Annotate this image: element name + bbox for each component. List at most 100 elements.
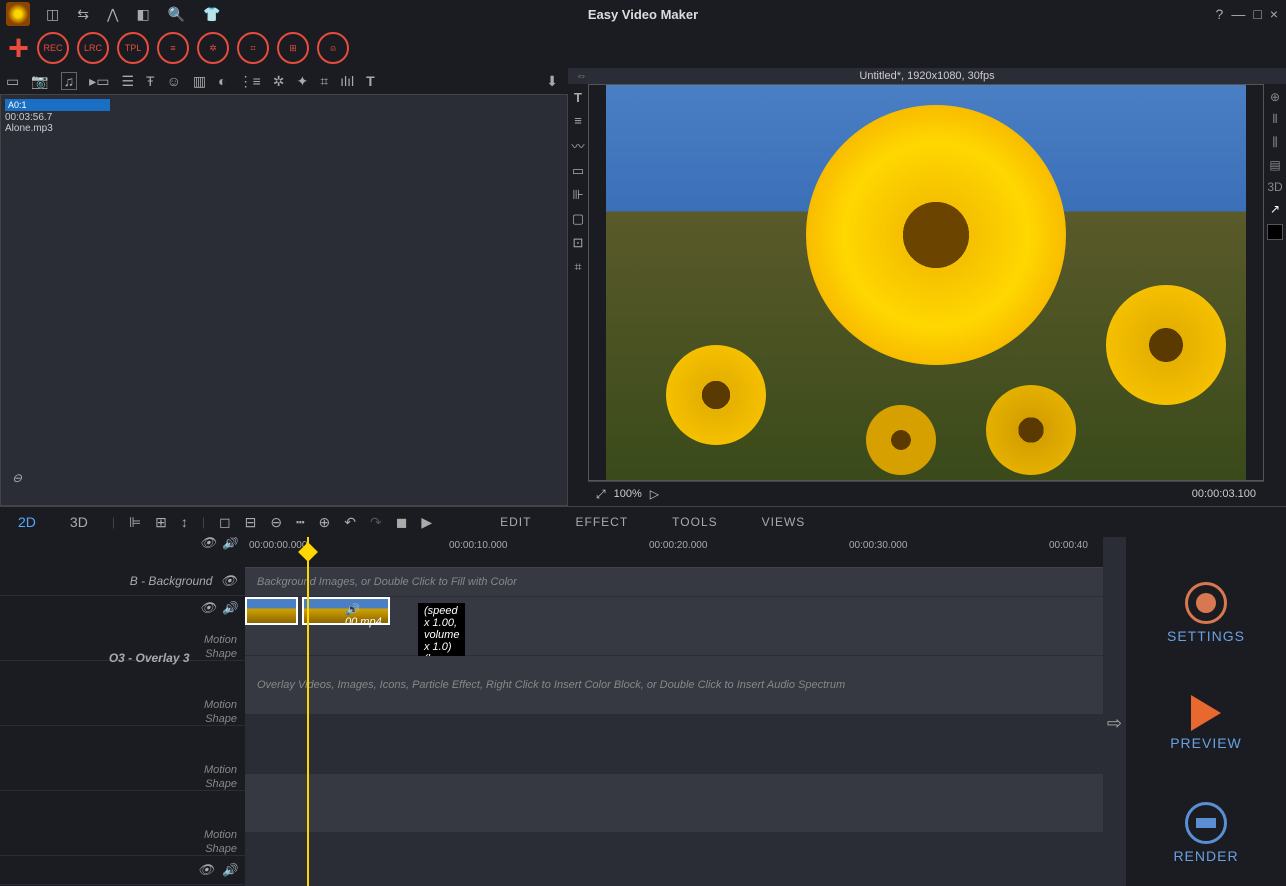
main-toolbar: + REC LRC TPL ≡ ✲ ⌗ ⊞ ⍝ <box>0 28 1286 68</box>
minimize-button[interactable]: — <box>1231 6 1245 22</box>
video-clip[interactable]: 🔊 00.mp4 (speed x 1.00, volume x 1.0)(ke… <box>245 597 390 625</box>
ruler-icon[interactable]: ┅ <box>296 514 304 531</box>
speaker-icon[interactable]: 🔊 <box>222 601 237 615</box>
type-icon[interactable]: T <box>366 73 375 89</box>
play-triangle-icon <box>1191 695 1221 731</box>
text-tool-icon[interactable]: T <box>574 90 582 105</box>
split-icon[interactable]: ⊟ <box>245 514 257 531</box>
timeline-ruler[interactable]: 00:00:00.000 00:00:10.000 00:00:20.000 0… <box>245 537 1103 568</box>
box-tool-icon[interactable]: ▭ <box>572 163 584 179</box>
add-button[interactable]: + <box>8 34 29 62</box>
resize-icon[interactable]: ⇔ <box>576 70 587 82</box>
tab-2d[interactable]: 2D <box>8 510 46 534</box>
preview-viewer[interactable] <box>588 84 1264 481</box>
smile-icon[interactable]: ☺ <box>167 73 181 89</box>
tpl-button[interactable]: TPL <box>117 32 149 64</box>
text-icon[interactable]: Ŧ <box>146 73 155 89</box>
crop-icon[interactable]: ◻ <box>219 514 231 531</box>
preview-button[interactable]: PREVIEW <box>1170 695 1242 751</box>
stop-icon[interactable]: ◼ <box>396 514 408 531</box>
playhead[interactable] <box>307 537 309 886</box>
render-icon <box>1185 802 1227 844</box>
camera-icon[interactable]: 📷 <box>31 73 48 90</box>
titlebar-icon-1[interactable]: ◫ <box>46 6 59 23</box>
align-h-icon[interactable]: ⫴ <box>1272 112 1277 127</box>
menu-tools[interactable]: TOOLS <box>672 515 717 529</box>
effect-button[interactable]: ✲ <box>197 32 229 64</box>
rec-button[interactable]: REC <box>37 32 69 64</box>
bullets-icon[interactable]: ⋮≡ <box>239 73 261 90</box>
play-icon[interactable]: ▷ <box>650 487 659 501</box>
menu-edit[interactable]: EDIT <box>500 515 531 529</box>
track-body[interactable]: 00:00:00.000 00:00:10.000 00:00:20.000 0… <box>245 537 1103 886</box>
screen-icon[interactable]: ▭ <box>6 73 19 90</box>
titlebar-icon-5[interactable]: 🔍 <box>168 6 185 23</box>
line-tool-icon[interactable]: ≡ <box>574 113 582 128</box>
grid-tool-icon[interactable]: ⌗ <box>574 259 581 275</box>
expand-icon[interactable]: ⤢ <box>596 487 606 502</box>
puzzle-icon[interactable]: ✦ <box>296 73 308 90</box>
help-button[interactable]: ? <box>1216 6 1224 22</box>
eye-icon[interactable]: 👁 <box>200 600 217 616</box>
user-button[interactable]: ⍝ <box>317 32 349 64</box>
eye-icon[interactable]: 👁 <box>198 862 215 878</box>
undo-icon[interactable]: ↶ <box>344 514 356 531</box>
track-o2[interactable] <box>245 774 1103 833</box>
maximize-button[interactable]: □ <box>1253 6 1261 22</box>
align-v-icon[interactable]: ⫼ <box>1272 135 1278 150</box>
contrast-icon[interactable]: ◐ <box>218 73 226 89</box>
titlebar-icon-4[interactable]: ◧ <box>136 6 149 23</box>
redo-icon[interactable]: ↷ <box>370 514 382 531</box>
track-o1[interactable] <box>245 715 1103 774</box>
3d-icon[interactable]: 3D <box>1267 180 1282 194</box>
zoom-level: 100% <box>614 488 642 500</box>
dotted-tool-icon[interactable]: ⊡ <box>573 235 584 251</box>
layout-button[interactable]: ⊞ <box>277 32 309 64</box>
track-o3[interactable] <box>245 833 1103 862</box>
speaker-icon[interactable]: 🔊 <box>222 863 237 877</box>
zoom-in-icon[interactable]: ⊕ <box>319 514 331 531</box>
play-button-icon[interactable]: ▶ <box>421 514 432 531</box>
menu-views[interactable]: VIEWS <box>762 515 806 529</box>
color-swatch[interactable] <box>1267 224 1283 240</box>
arrow-icon[interactable]: ↗ <box>1270 202 1280 216</box>
media-clip[interactable]: A0:1 00:03:56.7 Alone.mp3 <box>5 99 110 134</box>
clip-id: A0:1 <box>5 99 110 111</box>
clip-thumb-1[interactable] <box>245 597 298 625</box>
menu-effect[interactable]: EFFECT <box>575 515 628 529</box>
expand-arrow-icon[interactable]: ⇨ <box>1107 713 1122 734</box>
download-icon[interactable]: ⬇ <box>546 73 558 90</box>
rect-tool-icon[interactable]: ▢ <box>572 211 584 227</box>
grid-view-icon[interactable]: ⊞ <box>155 514 167 531</box>
list-button[interactable]: ≡ <box>157 32 189 64</box>
track-bg[interactable]: Background Images, or Double Click to Fi… <box>245 568 1103 597</box>
track-video[interactable]: 🔊 00.mp4 (speed x 1.00, volume x 1.0)(ke… <box>245 597 1103 656</box>
lrc-button[interactable]: LRC <box>77 32 109 64</box>
close-button[interactable]: × <box>1270 6 1278 22</box>
settings-button[interactable]: SETTINGS <box>1167 582 1245 644</box>
render-button[interactable]: RENDER <box>1173 802 1238 864</box>
video-icon[interactable]: ▸▭ <box>89 73 109 90</box>
titlebar-icon-6[interactable]: 👕 <box>203 6 220 23</box>
bars-icon[interactable]: ılıl <box>340 73 354 89</box>
chart-tool-icon[interactable]: ⊪ <box>572 187 583 203</box>
hash-icon[interactable]: ⌗ <box>320 73 328 90</box>
titlebar-icon-2[interactable]: ⇆ <box>77 6 89 23</box>
flower-icon[interactable]: ✲ <box>273 73 285 90</box>
align-center-icon[interactable]: ⊕ <box>1270 90 1280 104</box>
wave-tool-icon[interactable]: 〰 <box>571 136 584 155</box>
sort-icon[interactable]: ↕ <box>181 514 188 530</box>
battery-icon[interactable]: ▥ <box>193 73 206 90</box>
preview-right-tools: ⊕ ⫴ ⫼ ▤ 3D ↗ <box>1264 84 1286 506</box>
zoom-out-icon[interactable]: ⊖ <box>270 514 282 531</box>
panel-icon[interactable]: ▤ <box>1269 158 1280 172</box>
grid-button[interactable]: ⌗ <box>237 32 269 64</box>
track-o0[interactable]: Overlay Videos, Images, Icons, Particle … <box>245 656 1103 715</box>
media-bin[interactable]: A0:1 00:03:56.7 Alone.mp3 <box>0 94 568 506</box>
track-o3-header[interactable]: O3 - Overlay 3👁🔊 <box>0 856 245 885</box>
list-icon[interactable]: ☰ <box>121 73 134 90</box>
tab-3d[interactable]: 3D <box>60 510 98 534</box>
titlebar-icon-3[interactable]: ⋀ <box>107 6 118 23</box>
align-left-icon[interactable]: ⊫ <box>129 514 141 531</box>
music-icon[interactable]: ♫ <box>61 72 78 90</box>
